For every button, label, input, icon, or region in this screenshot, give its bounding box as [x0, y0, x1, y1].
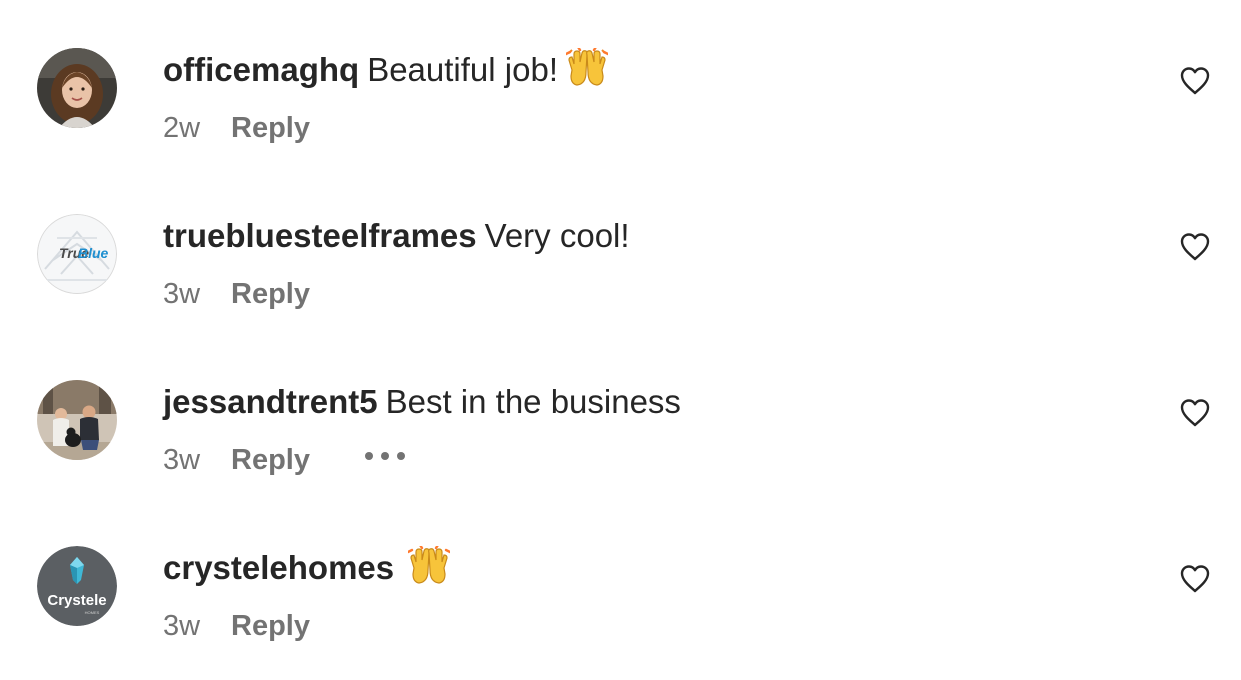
- avatar-logo-text: Crystele: [47, 592, 106, 609]
- reply-button[interactable]: Reply: [231, 610, 310, 642]
- reply-button[interactable]: Reply: [231, 112, 310, 144]
- reply-button[interactable]: Reply: [231, 444, 310, 476]
- comment-timestamp: 3w: [163, 610, 201, 642]
- comment-item: True Blue truebluesteelframes Very cool! …: [0, 206, 1241, 326]
- comment-text: Very cool!: [484, 217, 630, 254]
- comment-username[interactable]: jessandtrent5: [163, 383, 378, 420]
- comment-text: Beautiful job!: [367, 51, 558, 88]
- avatar[interactable]: [37, 48, 117, 128]
- comment-username[interactable]: crystelehomes: [163, 549, 394, 586]
- heart-outline-icon[interactable]: [1178, 64, 1212, 98]
- comment-item: officemaghq Beautiful job! 2w Reply: [0, 40, 1241, 160]
- raising-hands-emoji: [566, 48, 608, 88]
- comment-timestamp: 2w: [163, 112, 201, 144]
- comment-username[interactable]: truebluesteelframes: [163, 217, 477, 254]
- comment-item: jessandtrent5 Best in the business 3w Repl…: [0, 372, 1241, 492]
- raising-hands-emoji: [408, 546, 451, 586]
- heart-outline-icon[interactable]: [1178, 396, 1212, 430]
- more-options-icon[interactable]: [364, 451, 406, 461]
- avatar[interactable]: [37, 380, 117, 460]
- heart-outline-icon[interactable]: [1178, 562, 1212, 596]
- avatar-logo-subtext: HOMES: [85, 610, 100, 615]
- heart-outline-icon[interactable]: [1178, 230, 1212, 264]
- reply-button[interactable]: Reply: [231, 278, 310, 310]
- avatar[interactable]: Crystele HOMES: [37, 546, 117, 626]
- comment-item: Crystele HOMES crystelehomes 3w Reply: [0, 538, 1241, 658]
- avatar[interactable]: True Blue: [37, 214, 117, 294]
- comment-text: Best in the business: [385, 383, 681, 420]
- comment-timestamp: 3w: [163, 278, 201, 310]
- comment-username[interactable]: officemaghq: [163, 51, 359, 88]
- avatar-logo-text: Blue: [78, 245, 109, 261]
- comment-timestamp: 3w: [163, 444, 201, 476]
